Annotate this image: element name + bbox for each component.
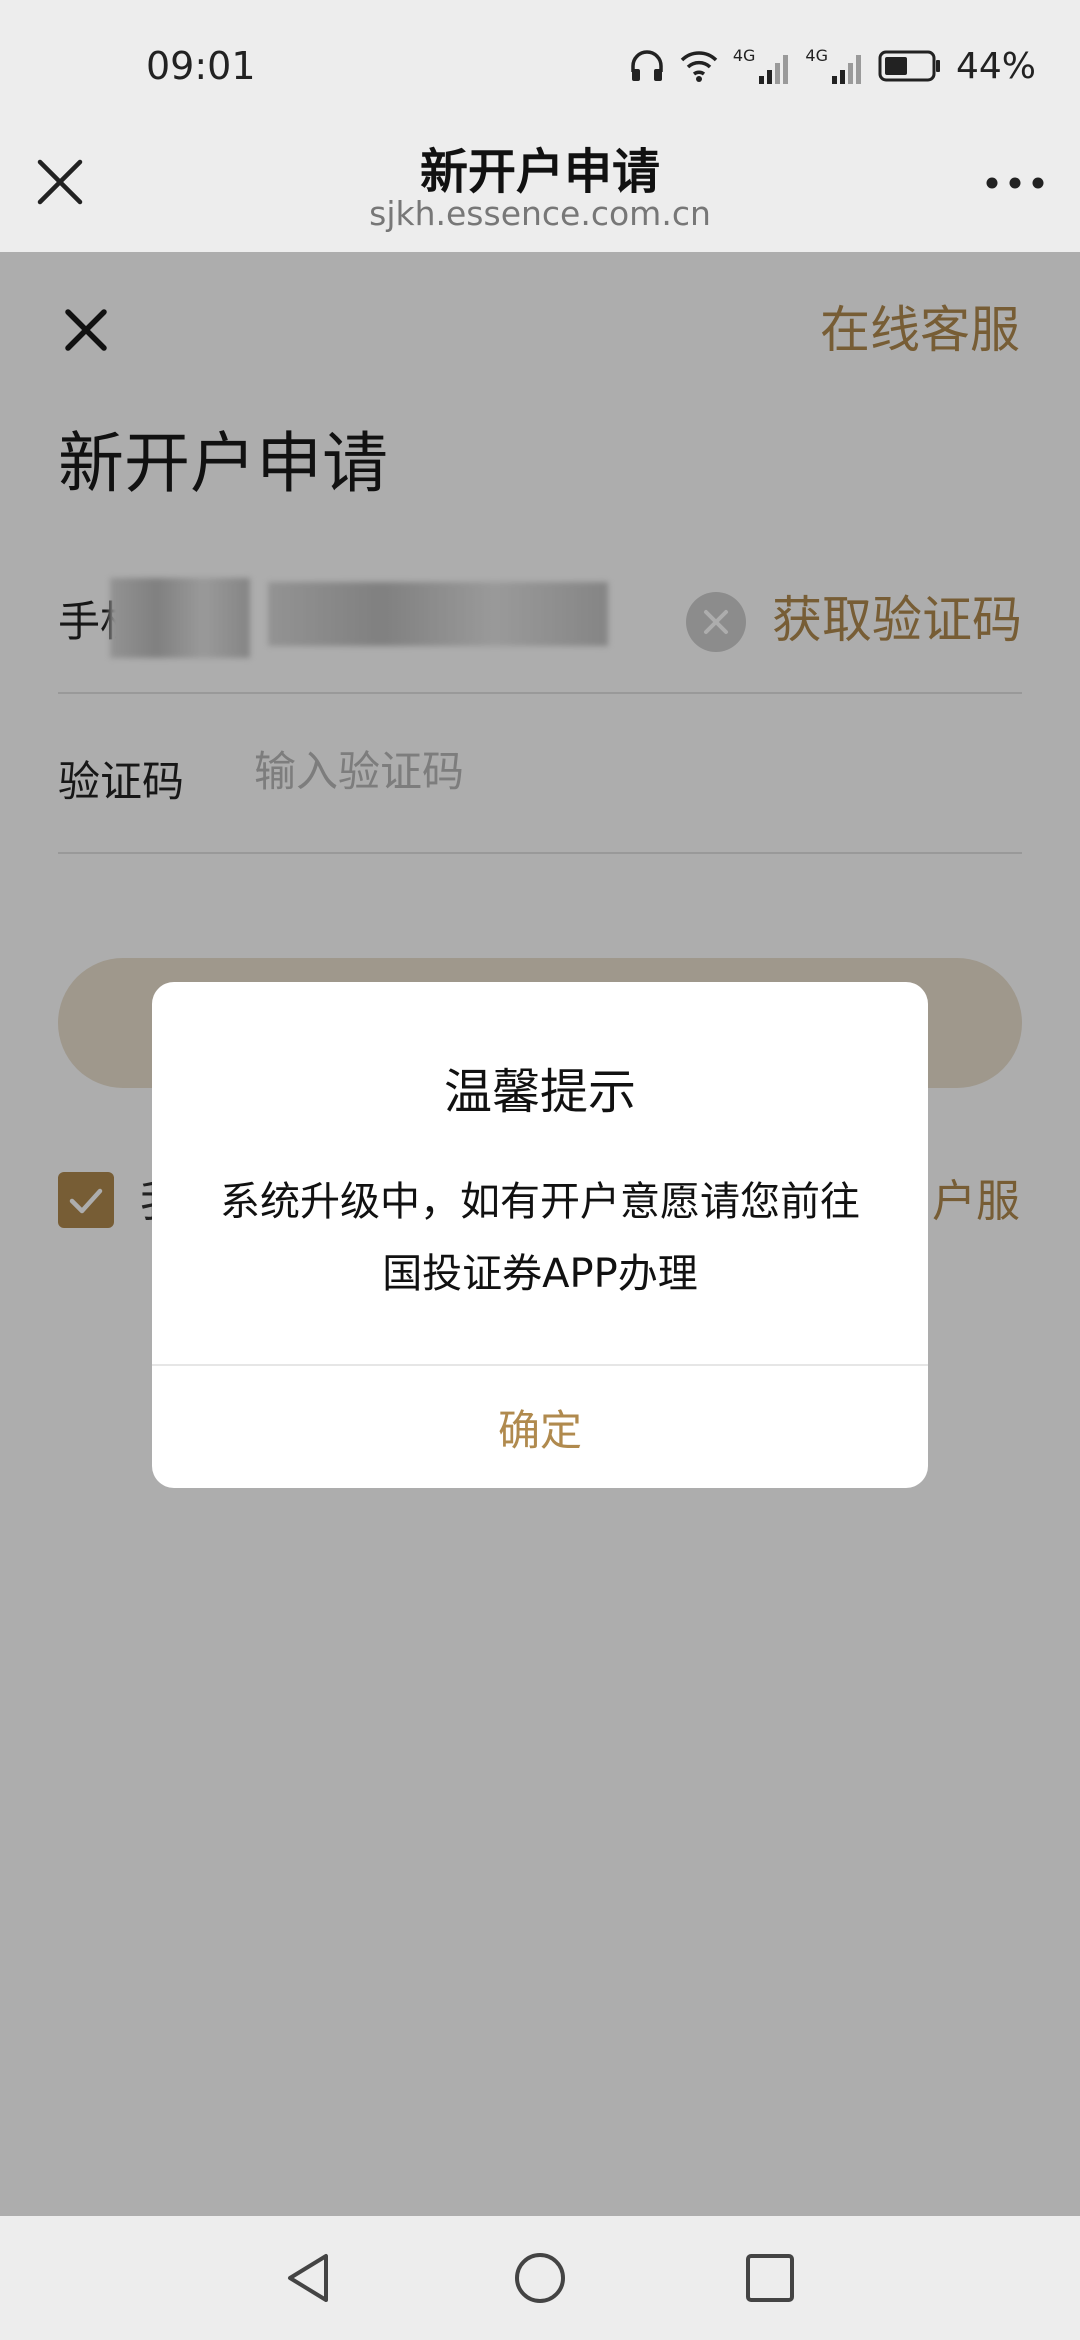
network-label: 4G <box>805 46 828 65</box>
more-icon[interactable] <box>984 168 1046 198</box>
status-time: 09:01 <box>146 44 256 88</box>
battery-percent: 44% <box>955 45 1036 87</box>
wifi-icon <box>680 51 718 82</box>
recents-icon[interactable] <box>742 2250 798 2306</box>
browser-title: 新开户申请 <box>419 144 660 200</box>
status-bar: 09:01 4G 4G 44% <box>0 0 1080 132</box>
browser-url: sjkh.essence.com.cn <box>369 194 711 233</box>
notice-dialog: 温馨提示 系统升级中，如有开户意愿请您前往国投证券APP办理 确定 <box>152 982 928 1488</box>
confirm-button[interactable]: 确定 <box>152 1366 928 1488</box>
back-icon[interactable] <box>282 2250 338 2306</box>
dialog-title: 温馨提示 <box>443 1064 636 1120</box>
home-icon[interactable] <box>512 2250 568 2306</box>
system-nav-bar <box>0 2216 1080 2340</box>
status-icons: 4G 4G 44% <box>629 42 1036 90</box>
dialog-message: 系统升级中，如有开户意愿请您前往国投证券APP办理 <box>220 1179 860 1297</box>
headphones-icon <box>631 50 663 81</box>
battery-icon <box>878 50 940 82</box>
browser-bar: 新开户申请 sjkh.essence.com.cn <box>0 132 1080 252</box>
signal-4g-icon: 4G <box>733 46 792 86</box>
network-label: 4G <box>732 46 756 65</box>
signal-4g-icon: 4G <box>805 46 864 86</box>
